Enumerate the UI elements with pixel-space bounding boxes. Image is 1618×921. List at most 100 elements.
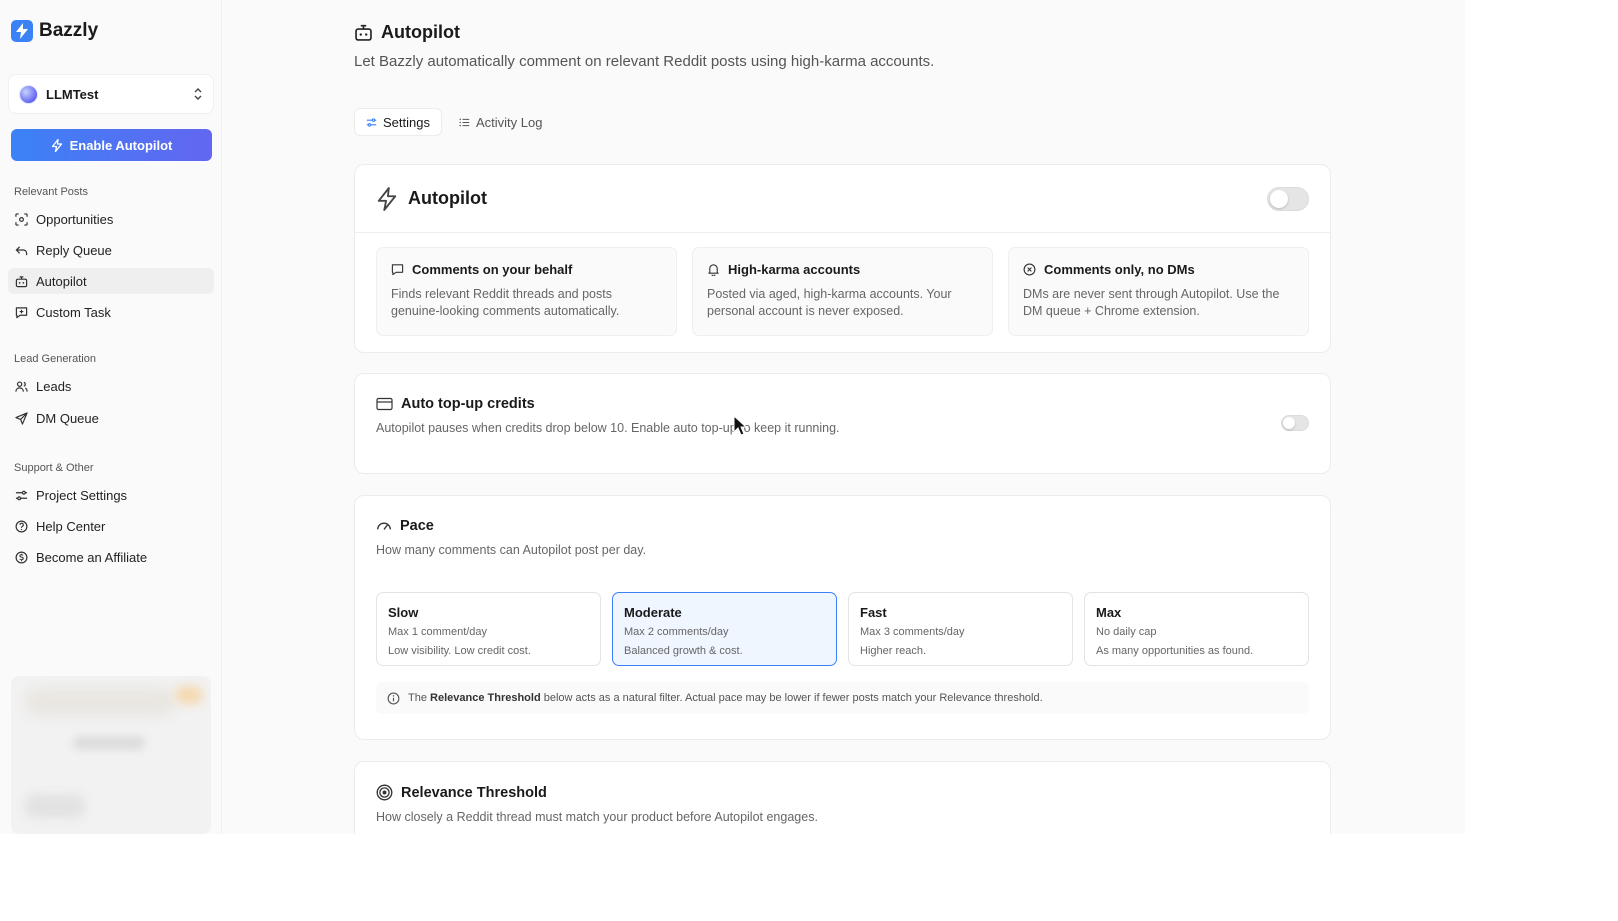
pace-option-note: Low visibility. Low credit cost. xyxy=(388,645,531,657)
feature-desc: DMs are never sent through Autopilot. Us… xyxy=(1023,287,1280,318)
brand[interactable]: Bazzly xyxy=(11,20,98,42)
message-plus-icon xyxy=(15,306,28,318)
pace-option-name: Slow xyxy=(388,605,419,620)
pace-option-limit: Max 1 comment/day xyxy=(388,626,488,638)
relevance-threshold-card: Relevance Threshold How closely a Reddit… xyxy=(354,761,1331,834)
bolt-icon xyxy=(377,186,397,211)
sidebar-item-label: Help Center xyxy=(36,518,106,534)
feature-title: High-karma accounts xyxy=(707,262,978,277)
tab-settings[interactable]: Settings xyxy=(354,108,442,136)
pace-note-suffix: below acts as a natural filter. Actual p… xyxy=(543,692,1043,704)
send-icon xyxy=(15,411,28,425)
pace-option-slow[interactable]: Slow Max 1 comment/day Low visibility. L… xyxy=(376,592,601,666)
sidebar-item-leads[interactable]: Leads xyxy=(8,373,214,399)
pace-option-fast[interactable]: Fast Max 3 comments/day Higher reach. xyxy=(848,592,1073,666)
pace-card: Pace How many comments can Autopilot pos… xyxy=(354,495,1331,740)
relevance-title: Relevance Threshold xyxy=(376,784,1309,801)
chevron-up-down-icon xyxy=(194,88,202,100)
sidebar-item-dm-queue[interactable]: DM Queue xyxy=(8,405,214,431)
sidebar-item-label: Reply Queue xyxy=(36,242,112,258)
autopilot-card-title: Autopilot xyxy=(408,188,487,208)
sidebar-item-project-settings[interactable]: Project Settings xyxy=(8,482,214,508)
auto-topup-title-text: Auto top-up credits xyxy=(401,396,535,412)
pace-option-note: Balanced growth & cost. xyxy=(624,645,743,657)
pace-option-name: Fast xyxy=(860,605,887,620)
sliders-icon xyxy=(366,117,377,127)
sidebar-item-become-affiliate[interactable]: Become an Affiliate xyxy=(8,544,214,570)
sidebar-item-custom-task[interactable]: Custom Task xyxy=(8,299,214,325)
pace-info-note: The Relevance Threshold below acts as a … xyxy=(376,682,1309,714)
sidebar-item-reply-queue[interactable]: Reply Queue xyxy=(8,237,214,263)
users-icon xyxy=(15,380,28,392)
help-circle-icon xyxy=(15,520,28,532)
project-avatar xyxy=(19,84,38,104)
section-label-lead-generation: Lead Generation xyxy=(14,353,96,365)
autopilot-card-header: Autopilot xyxy=(355,165,1330,233)
enable-autopilot-button[interactable]: Enable Autopilot xyxy=(11,129,212,161)
pace-desc: How many comments can Autopilot post per… xyxy=(376,543,647,557)
relevance-title-text: Relevance Threshold xyxy=(401,784,547,801)
pace-option-moderate[interactable]: Moderate Max 2 comments/day Balanced gro… xyxy=(612,592,837,666)
credit-card-icon xyxy=(376,397,393,411)
sidebar-item-label: Opportunities xyxy=(36,211,114,227)
enable-autopilot-label: Enable Autopilot xyxy=(69,137,173,153)
pace-option-name: Moderate xyxy=(624,605,682,620)
auto-topup-desc: Autopilot pauses when credits drop below… xyxy=(376,421,840,435)
gauge-icon xyxy=(377,522,391,530)
sidebar-item-label: Project Settings xyxy=(36,487,128,503)
project-switcher[interactable]: LLMTest xyxy=(8,74,214,114)
section-label-relevant-posts: Relevant Posts xyxy=(14,186,88,198)
sidebar-item-autopilot[interactable]: Autopilot xyxy=(8,268,214,294)
auto-topup-card: Auto top-up credits Autopilot pauses whe… xyxy=(354,373,1331,474)
main-content: Autopilot Let Bazzly automatically comme… xyxy=(222,0,1465,834)
tab-bar: Settings Activity Log xyxy=(354,108,553,136)
pace-options: Slow Max 1 comment/day Low visibility. L… xyxy=(376,592,1309,666)
pace-option-note: As many opportunities as found. xyxy=(1096,645,1254,657)
info-icon xyxy=(387,692,400,704)
brand-name: Bazzly xyxy=(39,20,99,41)
bot-icon xyxy=(355,24,372,41)
sidebar-item-label: DM Queue xyxy=(36,410,99,426)
feature-title-text: Comments on your behalf xyxy=(412,262,573,277)
auto-topup-title: Auto top-up credits xyxy=(376,396,1309,412)
pace-note-bold: Relevance Threshold xyxy=(430,692,541,704)
pace-option-limit: Max 2 comments/day xyxy=(624,626,729,638)
dollar-circle-icon xyxy=(15,551,28,563)
sidebar-item-opportunities[interactable]: Opportunities xyxy=(8,206,214,232)
pace-option-limit: No daily cap xyxy=(1096,626,1157,638)
pace-option-limit: Max 3 comments/day xyxy=(860,626,965,638)
autopilot-toggle[interactable] xyxy=(1267,186,1309,211)
mouse-cursor-icon xyxy=(733,415,747,436)
pace-note-prefix: The xyxy=(408,692,427,704)
feature-title-text: Comments only, no DMs xyxy=(1044,262,1195,277)
relevance-desc: How closely a Reddit thread must match y… xyxy=(376,810,818,824)
feature-comments-on-behalf: Comments on your behalf Finds relevant R… xyxy=(376,247,677,336)
pace-title-text: Pace xyxy=(400,518,434,534)
app-window: Bazzly LLMTest Enable Autopilot Relevant… xyxy=(0,0,1465,834)
feature-list: Comments on your behalf Finds relevant R… xyxy=(355,233,1330,336)
message-square-icon xyxy=(391,264,404,276)
feature-title: Comments only, no DMs xyxy=(1023,262,1294,277)
list-icon xyxy=(459,118,470,126)
tab-activity-log[interactable]: Activity Log xyxy=(448,108,553,136)
tab-label: Activity Log xyxy=(475,114,543,130)
pace-note-text: The Relevance Threshold below acts as a … xyxy=(408,692,1043,704)
sidebar-item-help-center[interactable]: Help Center xyxy=(8,513,214,539)
toggle-knob xyxy=(1270,189,1288,208)
sidebar-item-label: Leads xyxy=(36,378,72,394)
pace-option-max[interactable]: Max No daily cap As many opportunities a… xyxy=(1084,592,1309,666)
x-circle-icon xyxy=(1023,263,1036,276)
feature-comments-only: Comments only, no DMs DMs are never sent… xyxy=(1008,247,1309,336)
feature-title: Comments on your behalf xyxy=(391,262,662,277)
autopilot-card: Autopilot Comments on your behalf Finds … xyxy=(354,164,1331,353)
target-icon xyxy=(376,784,393,801)
auto-topup-toggle[interactable] xyxy=(1281,415,1309,431)
feature-desc: Finds relevant Reddit threads and posts … xyxy=(391,287,620,318)
bolt-icon xyxy=(51,138,62,152)
feature-title-text: High-karma accounts xyxy=(728,262,861,277)
pace-title: Pace xyxy=(376,518,1309,534)
reply-icon xyxy=(15,245,28,255)
project-name: LLMTest xyxy=(46,86,99,102)
feature-desc: Posted via aged, high-karma accounts. Yo… xyxy=(707,287,952,318)
page-subtitle: Let Bazzly automatically comment on rele… xyxy=(354,53,935,70)
